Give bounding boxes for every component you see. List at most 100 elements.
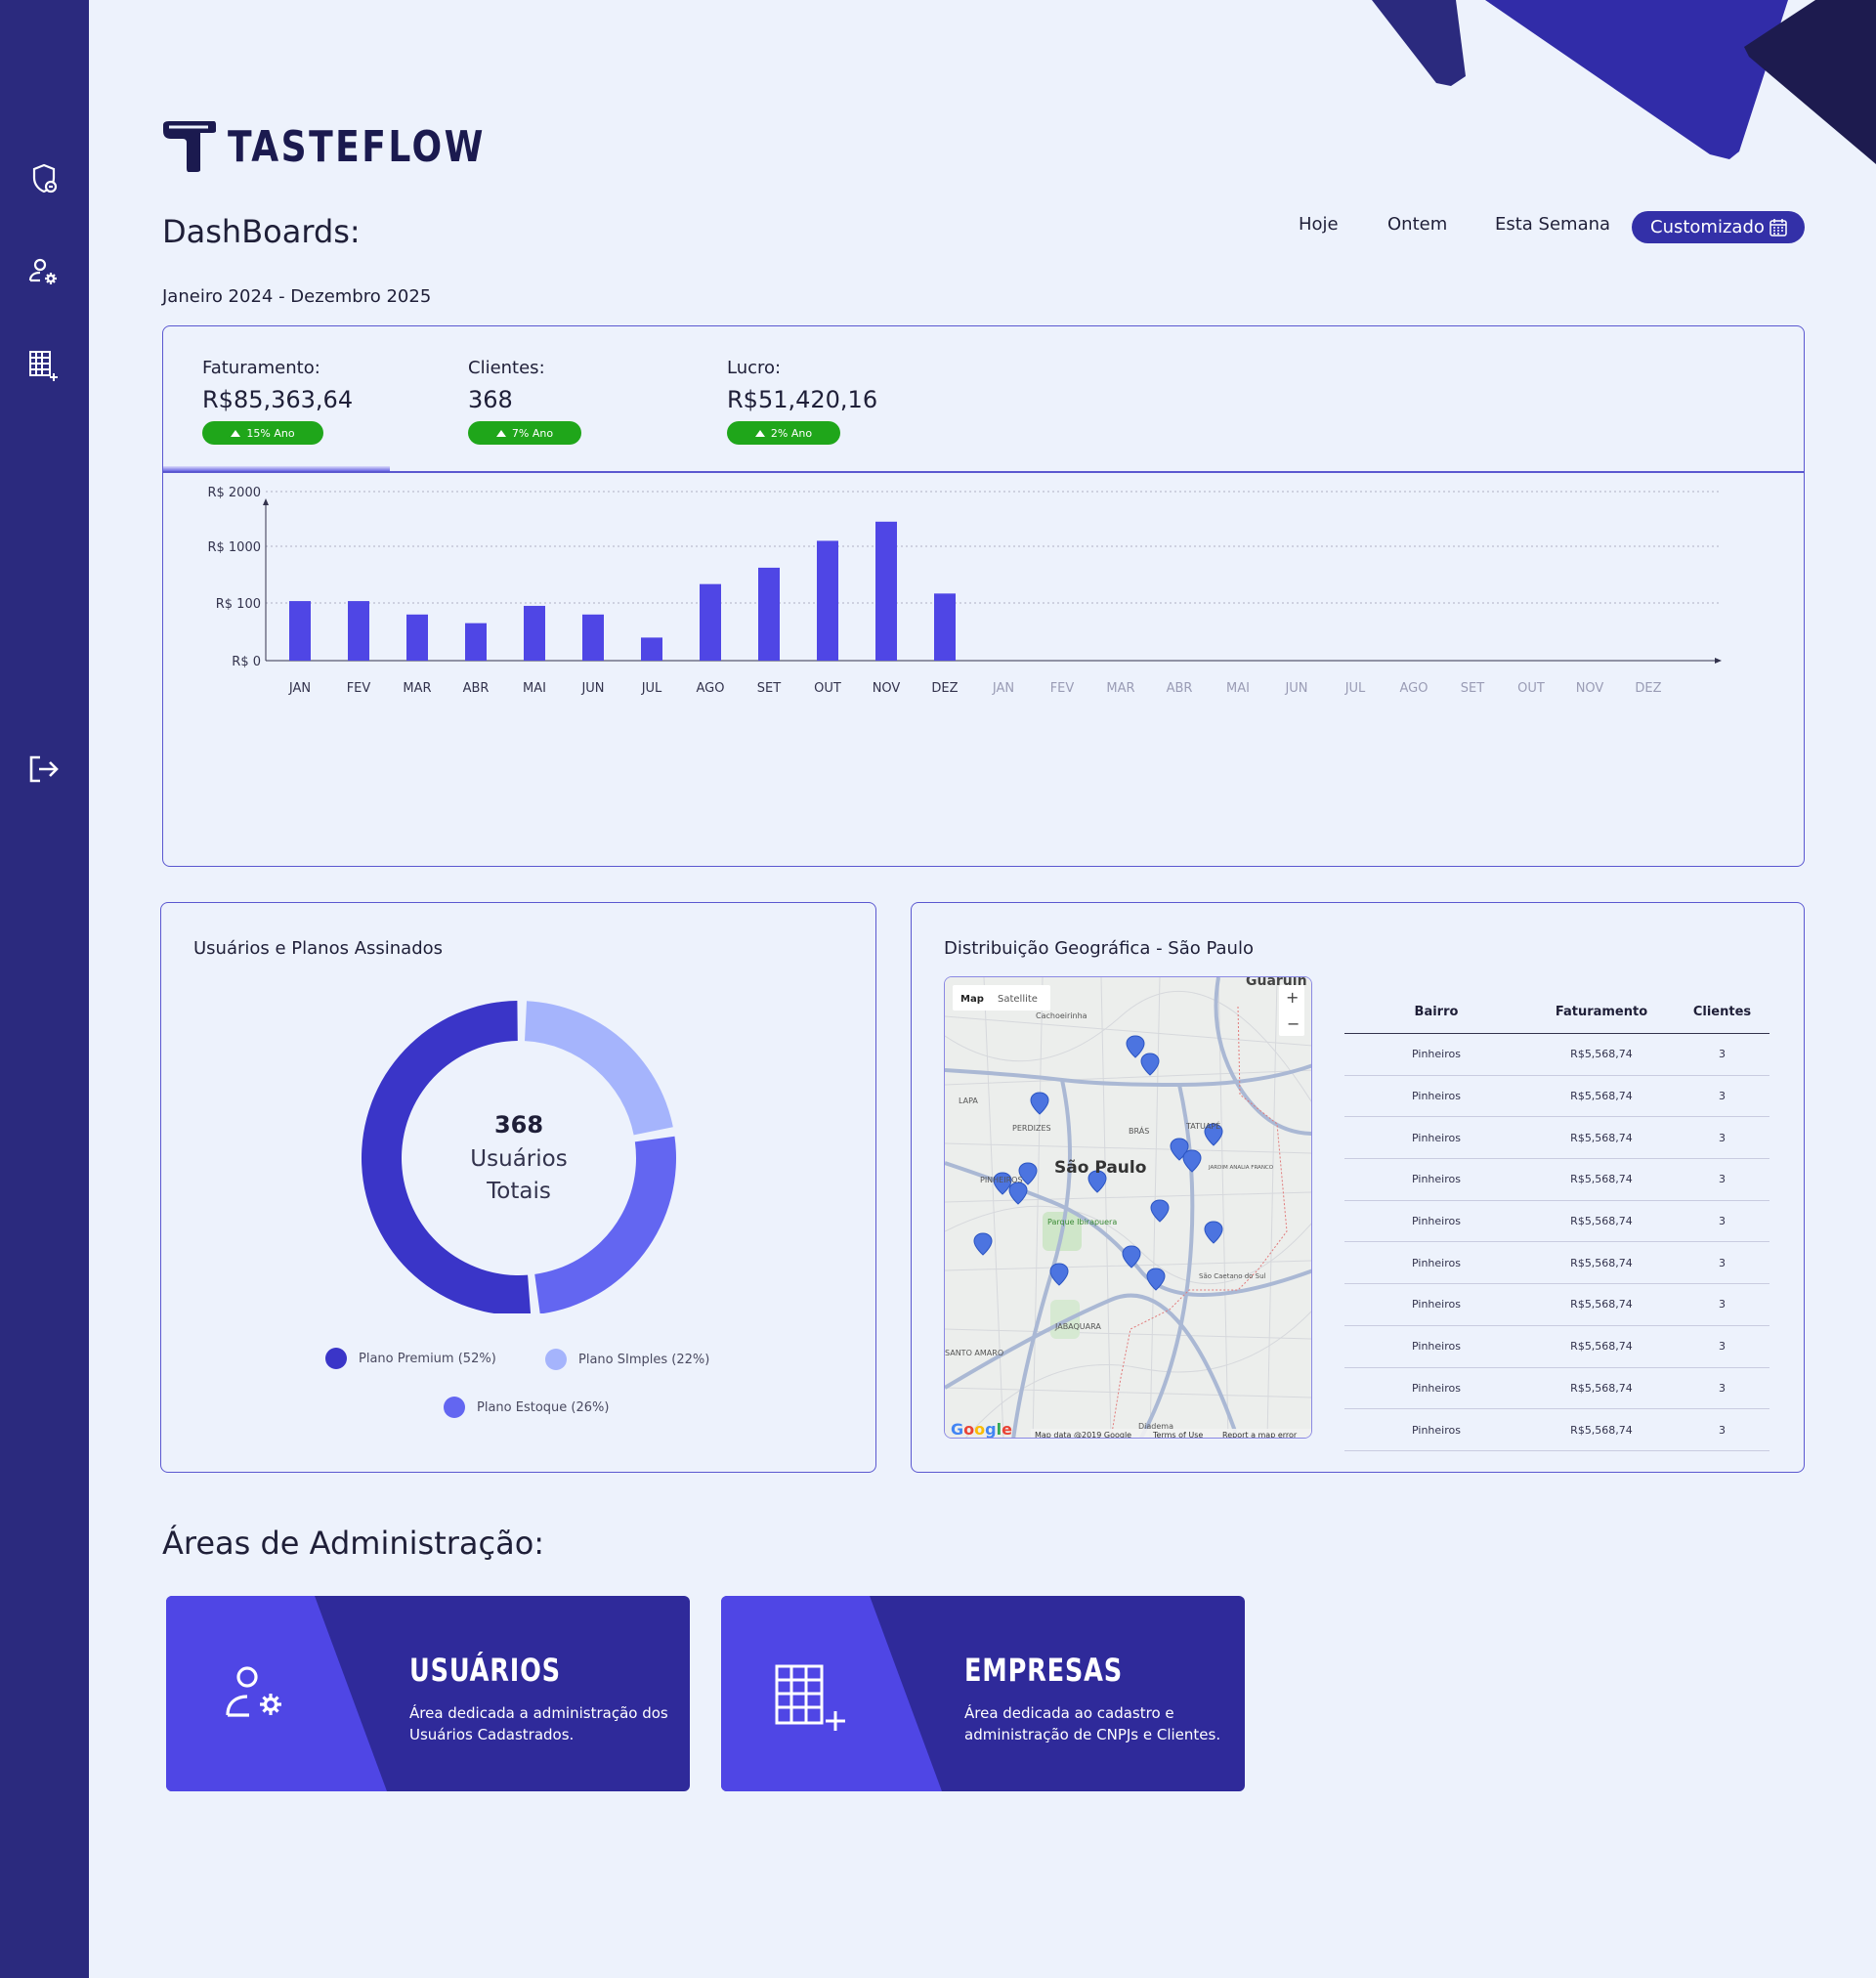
admin-card-title: USUÁRIOS <box>409 1652 561 1689</box>
bar[interactable] <box>875 521 897 661</box>
user-gear-icon[interactable] <box>25 254 63 291</box>
cell-bairro: Pinheiros <box>1412 1340 1461 1354</box>
cell-clientes: 3 <box>1719 1423 1726 1437</box>
bar[interactable] <box>406 614 428 661</box>
map-widget[interactable]: Cachoeirinha LAPA PERDIZES BRÁS TATUAPÉ … <box>944 976 1312 1439</box>
kpi-clients[interactable]: Clientes: 368 7% Ano <box>468 358 581 445</box>
table-row[interactable]: Pinheiros R$5,568,74 3 <box>1344 1117 1769 1160</box>
cell-faturamento: R$5,568,74 <box>1570 1340 1633 1354</box>
kpi-badge: 15% Ano <box>202 421 323 445</box>
map-label: LAPA <box>959 1096 978 1105</box>
google-logo-icon: Google <box>951 1420 1012 1439</box>
cell-faturamento: R$5,568,74 <box>1570 1090 1633 1103</box>
map-label: São Caetano do Sul <box>1199 1272 1266 1280</box>
x-tick-label: AGO <box>1400 681 1428 696</box>
x-tick-label: FEV <box>1050 681 1075 696</box>
filter-this-week[interactable]: Esta Semana <box>1495 214 1610 235</box>
cell-clientes: 3 <box>1719 1131 1726 1144</box>
bar[interactable] <box>348 601 369 661</box>
table-row[interactable]: Pinheiros R$5,568,74 3 <box>1344 1076 1769 1118</box>
bar[interactable] <box>289 601 311 661</box>
cell-clientes: 3 <box>1719 1298 1726 1312</box>
table-row[interactable]: Pinheiros R$5,568,74 3 <box>1344 1409 1769 1451</box>
header-faturamento[interactable]: Faturamento <box>1528 1005 1675 1019</box>
arrow-up-icon <box>754 429 765 437</box>
kpi-badge-label: 15% Ano <box>246 426 295 440</box>
admin-card-companies[interactable]: EMPRESAS Área dedicada ao cadastro e adm… <box>721 1596 1245 1791</box>
x-tick-label: MAR <box>1106 681 1134 696</box>
logout-icon[interactable] <box>25 751 63 788</box>
cell-clientes: 3 <box>1719 1215 1726 1228</box>
tasteflow-logo-icon <box>163 121 216 172</box>
x-tick-label: JUN <box>1284 681 1307 696</box>
legend-label: Plano Premium (52%) <box>359 1351 496 1366</box>
cell-bairro: Pinheiros <box>1412 1131 1461 1144</box>
building-add-icon[interactable] <box>25 346 63 383</box>
cell-bairro: Pinheiros <box>1412 1048 1461 1061</box>
bar[interactable] <box>465 623 487 661</box>
kpi-label: Faturamento: <box>202 358 320 378</box>
table-row[interactable]: Pinheiros R$5,568,74 3 <box>1344 1242 1769 1285</box>
bar[interactable] <box>524 605 545 661</box>
cell-faturamento: R$5,568,74 <box>1570 1131 1633 1144</box>
table-row[interactable]: Pinheiros R$5,568,74 3 <box>1344 1326 1769 1368</box>
admin-card-title: EMPRESAS <box>964 1652 1124 1689</box>
table-row[interactable]: Pinheiros R$5,568,74 3 <box>1344 1159 1769 1201</box>
cell-bairro: Pinheiros <box>1412 1215 1461 1228</box>
kpi-badge: 2% Ano <box>727 421 840 445</box>
filter-custom[interactable]: Customizado <box>1632 211 1805 243</box>
x-tick-label: DEZ <box>931 681 958 696</box>
table-row[interactable]: Pinheiros R$5,568,74 3 <box>1344 1284 1769 1326</box>
legend-dot <box>444 1397 465 1418</box>
kpi-value: R$85,363,64 <box>202 386 354 413</box>
bar[interactable] <box>758 567 780 661</box>
map-label: SANTO AMARO <box>945 1349 1003 1357</box>
map-label: Parque Ibirapuera <box>1047 1218 1117 1226</box>
header-bairro[interactable]: Bairro <box>1344 1005 1528 1019</box>
kpi-profit[interactable]: Lucro: R$51,420,16 2% Ano <box>727 358 877 445</box>
bar[interactable] <box>817 540 838 661</box>
page-title: DashBoards: <box>162 213 361 250</box>
filter-yesterday[interactable]: Ontem <box>1387 214 1447 235</box>
sidebar <box>0 0 89 1978</box>
legend-dot <box>325 1348 347 1369</box>
kpi-revenue[interactable]: Faturamento: R$85,363,64 15% Ano <box>202 358 353 445</box>
legend-simples: Plano SImples (22%) <box>545 1349 709 1370</box>
bar[interactable] <box>641 637 662 661</box>
legend-premium: Plano Premium (52%) <box>325 1348 496 1369</box>
shield-icon[interactable] <box>25 160 63 197</box>
x-tick-label: JAN <box>288 681 311 696</box>
legend-dot <box>545 1349 567 1370</box>
map-report-link: Report a map error <box>1222 1431 1298 1439</box>
donut-slice[interactable] <box>524 1001 673 1136</box>
user-gear-icon <box>226 1666 281 1717</box>
admin-card-desc: Área dedicada a administração dos Usuári… <box>409 1704 668 1743</box>
map-label: PERDIZES <box>1012 1124 1051 1133</box>
table-row[interactable]: Pinheiros R$5,568,74 3 <box>1344 1368 1769 1410</box>
header-clientes[interactable]: Clientes <box>1675 1005 1769 1019</box>
kpi-badge: 7% Ano <box>468 421 581 445</box>
bar[interactable] <box>582 614 604 661</box>
bar[interactable] <box>934 593 956 661</box>
geo-table: Bairro Faturamento Clientes Pinheiros R$5… <box>1344 991 1769 1451</box>
cell-faturamento: R$5,568,74 <box>1570 1173 1633 1186</box>
table-row[interactable]: Pinheiros R$5,568,74 3 <box>1344 1201 1769 1243</box>
x-tick-label: MAI <box>523 681 546 696</box>
table-body: Pinheiros R$5,568,74 3 Pinheiros R$5,568,74 3… <box>1344 1034 1769 1451</box>
cell-bairro: Pinheiros <box>1412 1256 1461 1269</box>
cell-clientes: 3 <box>1719 1173 1726 1186</box>
donut-center-label: Totais <box>486 1179 551 1204</box>
y-tick-label: R$ 100 <box>216 597 261 612</box>
table-row[interactable]: Pinheiros R$5,568,74 3 <box>1344 1034 1769 1076</box>
filter-today[interactable]: Hoje <box>1299 214 1339 235</box>
admin-card-users[interactable]: USUÁRIOS Área dedicada a administração d… <box>166 1596 690 1791</box>
donut-center-label: Usuários <box>470 1146 567 1172</box>
admin-section-title: Áreas de Administração: <box>162 1525 545 1562</box>
cell-faturamento: R$5,568,74 <box>1570 1256 1633 1269</box>
building-add-icon <box>775 1664 845 1731</box>
cell-clientes: 3 <box>1719 1048 1726 1061</box>
bar[interactable] <box>700 583 721 661</box>
map-canvas[interactable]: Cachoeirinha LAPA PERDIZES BRÁS TATUAPÉ … <box>945 977 1312 1439</box>
map-label: BRÁS <box>1129 1125 1149 1136</box>
brand-logo: TASTEFLOW <box>161 119 542 174</box>
